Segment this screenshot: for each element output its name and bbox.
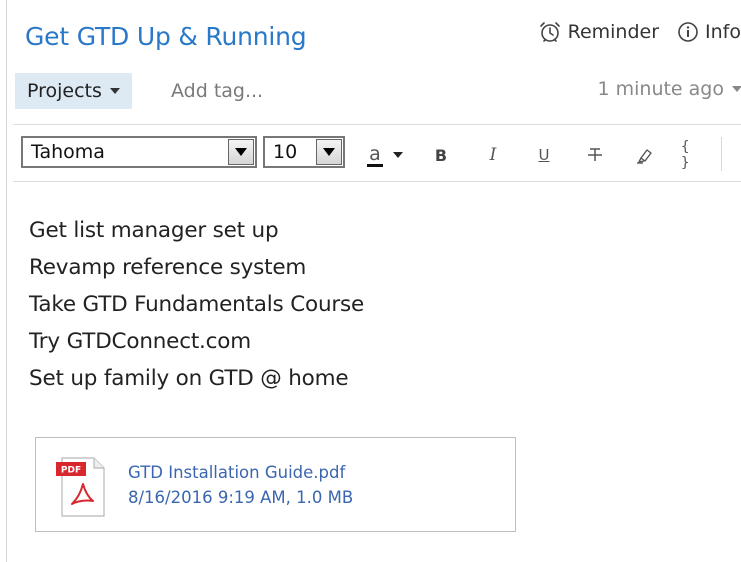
highlighter-icon (637, 149, 652, 164)
note-editor: Get GTD Up & Running Reminder Info Proje… (6, 0, 741, 562)
strikethrough-icon (588, 148, 602, 161)
code-block-button[interactable]: { } (681, 139, 703, 171)
notebook-selector[interactable]: Projects (15, 73, 132, 109)
note-line[interactable]: Try GTDConnect.com (29, 323, 729, 360)
reminder-label: Reminder (567, 21, 660, 43)
add-tag-input[interactable] (171, 78, 371, 104)
note-line[interactable]: Revamp reference system (29, 249, 729, 286)
pdf-file-icon: PDF (56, 457, 105, 517)
reminder-button[interactable]: Reminder (538, 20, 659, 44)
chevron-down-icon (732, 86, 741, 92)
chevron-down-icon (109, 88, 120, 94)
note-title[interactable]: Get GTD Up & Running (25, 22, 307, 51)
note-line[interactable]: Set up family on GTD @ home (29, 360, 729, 397)
text-color-icon: a (367, 142, 383, 167)
note-actions: Reminder Info (538, 20, 741, 44)
bold-button[interactable]: B (431, 141, 451, 169)
highlight-button[interactable] (633, 141, 657, 169)
notebook-name: Projects (27, 80, 102, 102)
last-updated-dropdown[interactable]: 1 minute ago (597, 78, 741, 100)
note-line[interactable]: Take GTD Fundamentals Course (29, 286, 729, 323)
info-label: Info (705, 21, 741, 43)
note-body[interactable]: Get list manager set up Revamp reference… (29, 212, 729, 397)
attachment-meta: 8/16/2016 9:19 AM, 1.0 MB (128, 488, 354, 507)
toolbar-divider (721, 137, 722, 171)
pdf-badge-text: PDF (61, 466, 81, 476)
alarm-clock-icon (539, 22, 560, 42)
info-button[interactable]: Info (677, 21, 741, 43)
note-line[interactable]: Get list manager set up (29, 212, 729, 249)
note-meta-row: Projects 1 minute ago (15, 73, 741, 109)
font-size-value: 10 (273, 141, 298, 163)
font-family-select[interactable]: Tahoma (21, 136, 257, 168)
font-size-select[interactable]: 10 (263, 136, 345, 168)
pdf-attachment[interactable]: PDF GTD Installation Guide.pdf 8/16/2016… (35, 437, 516, 532)
italic-button[interactable]: I (483, 141, 503, 169)
underline-button[interactable]: U (534, 141, 554, 169)
dropdown-arrow-icon[interactable] (316, 139, 342, 165)
info-circle-icon (678, 22, 698, 42)
strikethrough-button[interactable] (584, 141, 606, 169)
attachment-filename[interactable]: GTD Installation Guide.pdf (128, 463, 345, 482)
dropdown-arrow-icon[interactable] (228, 139, 254, 165)
formatting-toolbar: Tahoma 10 a B I U { } (13, 124, 741, 182)
chevron-down-icon (392, 152, 403, 158)
text-color-button[interactable]: a (357, 141, 413, 169)
last-updated-text: 1 minute ago (597, 78, 724, 100)
font-family-value: Tahoma (31, 141, 105, 163)
